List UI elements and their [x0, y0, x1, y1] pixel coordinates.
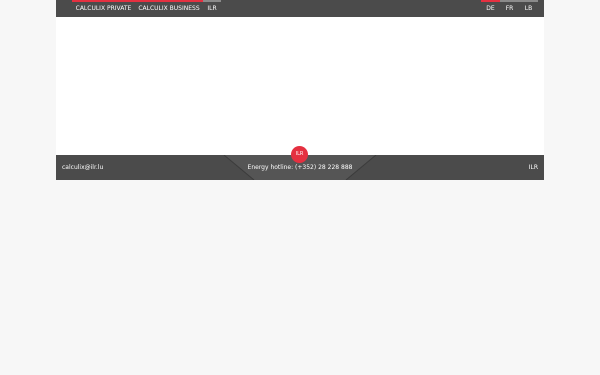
nav-calculix-private-label: CALCULIX PRIVATE [75, 5, 132, 12]
lang-indicator [500, 0, 519, 2]
lang-lb[interactable]: LB [519, 0, 538, 17]
main-content [56, 17, 544, 155]
nav-active-indicator [72, 0, 135, 2]
app-frame: CALCULIX PRIVATE CALCULIX BUSINESS ILR D… [56, 0, 544, 180]
nav-ilr-label: ILR [207, 5, 217, 12]
lang-fr-label: FR [505, 5, 514, 12]
nav-indicator [135, 0, 203, 2]
lang-fr[interactable]: FR [500, 0, 519, 17]
nav-calculix-business-label: CALCULIX BUSINESS [138, 5, 200, 12]
top-navigation-bar: CALCULIX PRIVATE CALCULIX BUSINESS ILR D… [56, 0, 544, 17]
energy-hotline-text: Energy hotline: (+352) 28 228 888 [247, 164, 353, 171]
lang-indicator [519, 0, 538, 2]
ilr-badge-label: ILR [295, 151, 304, 157]
footer-bar: calculix@ilr.lu Energy hotline: (+352) 2… [56, 146, 544, 180]
lang-de-label: DE [486, 5, 495, 12]
lang-de[interactable]: DE [481, 0, 500, 17]
nav-indicator [203, 0, 221, 2]
nav-calculix-private[interactable]: CALCULIX PRIVATE [72, 0, 135, 17]
nav-ilr[interactable]: ILR [203, 0, 221, 17]
footer-ilr-link[interactable]: ILR [529, 164, 538, 171]
lang-lb-label: LB [524, 5, 533, 12]
nav-calculix-business[interactable]: CALCULIX BUSINESS [135, 0, 203, 17]
lang-active-indicator [481, 0, 500, 2]
ilr-badge-button[interactable]: ILR [291, 146, 308, 163]
